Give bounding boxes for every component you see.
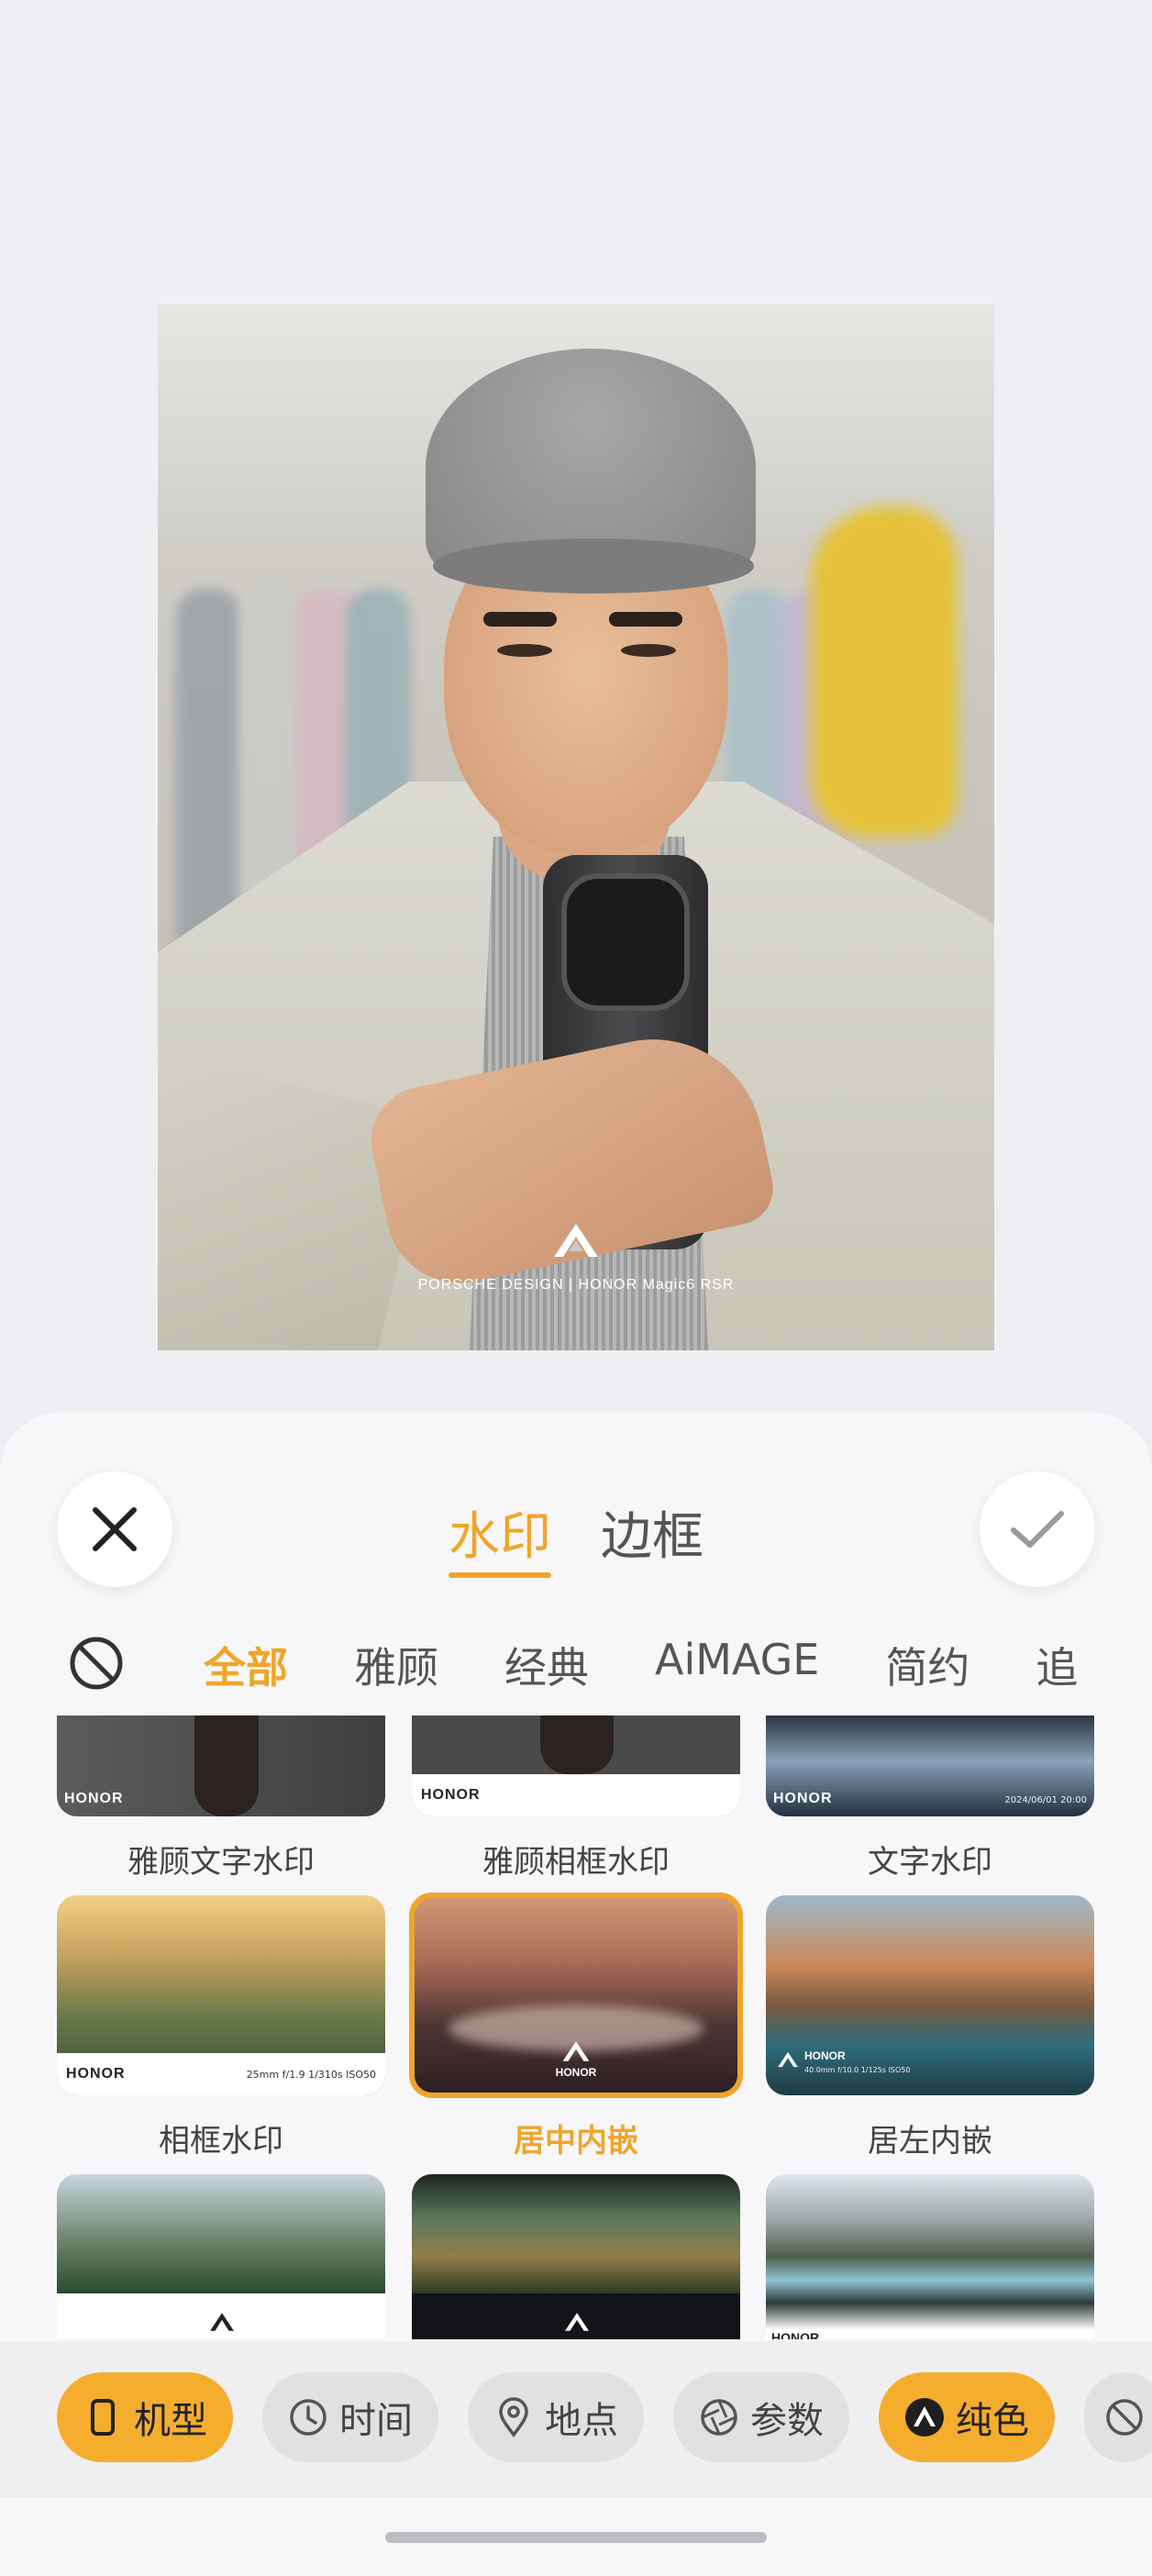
thumb-spec: 40.0mm f/10.0 1/125s ISO50 xyxy=(804,2066,911,2074)
honor-logo-icon xyxy=(210,2313,234,2331)
thumb-date: 2024/06/01 20:00 xyxy=(1004,1795,1087,1805)
template-card-frame-watermark[interactable]: HONOR 25mm f/1.9 1/310s ISO50 相框水印 xyxy=(57,1895,385,2160)
category-row: 全部 雅顾 经典 AiMAGE 简约 追 xyxy=(0,1624,1152,1706)
camera-module xyxy=(561,873,690,1011)
template-label: 文字水印 xyxy=(868,1844,992,1881)
category-simple[interactable]: 简约 xyxy=(885,1635,969,1708)
category-all[interactable]: 全部 xyxy=(204,1635,288,1708)
cap-brim xyxy=(433,539,754,594)
template-label: 居左内嵌 xyxy=(868,2123,992,2160)
right-eyebrow xyxy=(609,612,682,627)
template-card-center-inset[interactable]: HONOR 居中内嵌 xyxy=(409,1893,743,2160)
tab-border[interactable]: 边框 xyxy=(601,1495,703,1578)
photo-preview: PORSCHE DESIGN | HONOR Magic6 RSR xyxy=(158,305,994,1350)
thumb-brand: HONOR xyxy=(421,1787,481,1803)
category-yagu[interactable]: 雅顾 xyxy=(354,1635,438,1708)
template-label: 雅顾相框水印 xyxy=(482,1844,670,1881)
clock-icon xyxy=(288,2397,328,2437)
chip-label: 纯色 xyxy=(956,2400,1029,2442)
thumb-brand: HONOR xyxy=(804,2049,846,2062)
confirm-button[interactable] xyxy=(980,1471,1095,1587)
tab-watermark[interactable]: 水印 xyxy=(449,1495,551,1578)
honor-logo-icon xyxy=(554,1224,598,1257)
home-indicator[interactable] xyxy=(385,2532,767,2543)
left-eyebrow xyxy=(483,612,557,627)
no-watermark-icon[interactable] xyxy=(68,1635,125,1692)
category-classic[interactable]: 经典 xyxy=(504,1635,589,1708)
honor-logo-icon xyxy=(562,2041,590,2061)
template-card-yagu-frame[interactable]: HONOR 雅顾相框水印 xyxy=(412,1715,740,1882)
category-list: 全部 雅顾 经典 AiMAGE 简约 追 xyxy=(204,1635,1097,1708)
template-grid: HONOR 雅顾文字水印 HONOR 雅顾相框水印 HONOR 2024/06/… xyxy=(0,1715,1152,2339)
chip-location[interactable]: 地点 xyxy=(468,2372,644,2462)
location-pin-icon xyxy=(493,2397,534,2437)
none-icon xyxy=(1104,2397,1145,2437)
checkmark-icon xyxy=(1011,1511,1064,1548)
template-card-yagu-text[interactable]: HONOR 雅顾文字水印 xyxy=(57,1715,385,1882)
right-eye xyxy=(621,644,676,657)
template-label: 雅顾文字水印 xyxy=(127,1844,315,1881)
thumb-brand: HONOR xyxy=(771,2330,820,2339)
honor-logo-icon xyxy=(565,2313,589,2331)
category-more[interactable]: 追 xyxy=(1036,1635,1078,1708)
option-chips-bar: 机型 时间 地点 参数 纯色 xyxy=(0,2341,1152,2497)
template-card-8[interactable] xyxy=(412,2174,740,2339)
honor-logo-icon xyxy=(778,2051,798,2068)
chip-label: 参数 xyxy=(750,2400,824,2442)
thumb-brand: HONOR xyxy=(64,1791,124,1806)
thumb-brand: HONOR xyxy=(66,2066,126,2082)
chip-model[interactable]: 机型 xyxy=(57,2372,233,2462)
thumb-brand: HONOR xyxy=(555,2066,597,2079)
template-card-text-watermark[interactable]: HONOR 2024/06/01 20:00 文字水印 xyxy=(766,1715,1094,1882)
template-card-7[interactable] xyxy=(57,2174,385,2339)
template-card-left-inset[interactable]: HONOR 40.0mm f/10.0 1/125s ISO50 居左内嵌 xyxy=(766,1895,1094,2160)
template-label: 相框水印 xyxy=(159,2123,283,2160)
chip-time[interactable]: 时间 xyxy=(262,2372,438,2462)
chip-params[interactable]: 参数 xyxy=(673,2372,849,2462)
honor-logo-icon xyxy=(904,2397,945,2437)
chip-none[interactable] xyxy=(1084,2372,1152,2462)
phone-icon xyxy=(83,2397,123,2437)
left-eye xyxy=(497,644,552,657)
aperture-icon xyxy=(699,2397,739,2437)
template-label: 居中内嵌 xyxy=(514,2123,638,2160)
thumb-spec: 25mm f/1.9 1/310s ISO50 xyxy=(246,2068,376,2081)
template-card-9[interactable]: HONOR xyxy=(766,2174,1094,2339)
chip-label: 机型 xyxy=(134,2400,207,2442)
chip-solid-color[interactable]: 纯色 xyxy=(879,2372,1055,2462)
watermark-text: PORSCHE DESIGN | HONOR Magic6 RSR xyxy=(417,1277,735,1293)
category-aimage[interactable]: AiMAGE xyxy=(655,1635,819,1708)
thumb-brand: HONOR xyxy=(773,1791,833,1806)
chip-label: 地点 xyxy=(545,2400,618,2442)
yellow-garment xyxy=(811,506,958,837)
chip-label: 时间 xyxy=(339,2400,413,2442)
